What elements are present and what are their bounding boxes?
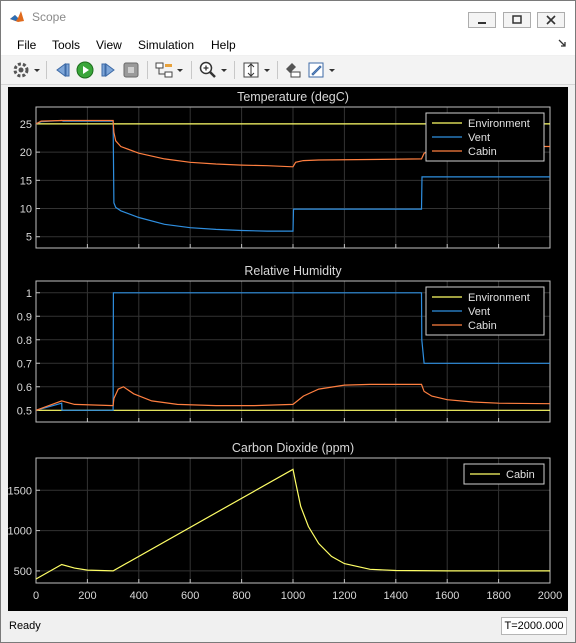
dropdown-arrow-icon[interactable]: [175, 60, 185, 80]
highlight-block-icon[interactable]: [283, 60, 303, 80]
dropdown-arrow-icon[interactable]: [262, 60, 272, 80]
dropdown-arrow-icon[interactable]: [327, 60, 337, 80]
x-tick-label: 1400: [384, 590, 408, 602]
y-tick-label: 1500: [8, 485, 32, 497]
y-tick-label: 500: [14, 566, 32, 578]
x-tick-label: 800: [232, 590, 250, 602]
matlab-logo-icon: [10, 11, 24, 22]
plot-title: Temperature (degC): [237, 90, 349, 104]
toolbar-separator: [277, 61, 278, 79]
y-tick-label: 0.8: [17, 335, 32, 347]
menu-file[interactable]: File: [17, 38, 36, 52]
x-tick-label: 600: [181, 590, 199, 602]
scope-display[interactable]: Temperature (degC) 5 10 15 20 25 Environment Ve…: [8, 87, 568, 611]
close-icon: [546, 15, 556, 25]
toolbar-separator: [234, 61, 235, 79]
scope-window: Scope File Tools View Simulation Help Te…: [0, 0, 576, 643]
y-tick-label: 1: [26, 288, 32, 300]
y-tick-label: 0.5: [17, 405, 32, 417]
dropdown-arrow-icon[interactable]: [219, 60, 229, 80]
stop-icon[interactable]: [121, 60, 141, 80]
y-tick-label: 25: [20, 119, 32, 131]
toolbar-separator: [46, 61, 47, 79]
y-tick-label: 20: [20, 147, 32, 159]
status-text: Ready: [9, 620, 41, 632]
x-tick-label: 1000: [281, 590, 305, 602]
scale-axes-icon[interactable]: [241, 60, 261, 80]
edit-style-icon[interactable]: [306, 60, 326, 80]
plot-2: Relative Humidity 0.5 0.6 0.7 0.8 0.9 1 Environ…: [17, 264, 551, 423]
minimize-icon: [478, 22, 486, 24]
y-tick-label: 15: [20, 175, 32, 187]
y-tick-label: 1000: [8, 526, 32, 538]
y-tick-label: 5: [26, 232, 32, 244]
gear-icon[interactable]: [11, 60, 31, 80]
toolbar-separator: [147, 61, 148, 79]
plot-1: Temperature (degC) 5 10 15 20 25 Environment Ve…: [20, 90, 551, 249]
maximize-icon: [512, 15, 522, 24]
x-tick-label: 200: [78, 590, 96, 602]
title-bar[interactable]: Scope: [1, 1, 575, 33]
legend: Environment Vent Cabin: [425, 286, 545, 336]
toolbar: [1, 56, 575, 85]
x-tick-label: 400: [130, 590, 148, 602]
y-tick-label: 10: [20, 204, 32, 216]
run-icon[interactable]: [75, 60, 95, 80]
legend-label: Cabin: [506, 469, 535, 481]
legend-label: Vent: [468, 132, 490, 144]
status-bar: Ready T=2000.000: [1, 613, 575, 641]
legend-label: Environment: [468, 118, 530, 130]
y-tick-label: 0.9: [17, 311, 32, 323]
y-tick-label: 0.7: [17, 358, 32, 370]
x-tick-label: 1200: [332, 590, 356, 602]
undock-arrow-icon[interactable]: [557, 38, 567, 48]
plot-title: Carbon Dioxide (ppm): [232, 441, 354, 455]
x-tick-label: 1800: [486, 590, 510, 602]
zoom-in-icon[interactable]: [198, 60, 218, 80]
scope-plots: Temperature (degC)510152025 EnvironmentVe…: [8, 90, 563, 602]
legend-label: Cabin: [468, 146, 497, 158]
menu-bar: File Tools View Simulation Help: [1, 33, 575, 55]
maximize-button[interactable]: [503, 12, 531, 28]
menu-simulation[interactable]: Simulation: [138, 38, 194, 52]
x-tick-label: 2000: [538, 590, 562, 602]
window-title: Scope: [32, 10, 67, 24]
menu-help[interactable]: Help: [211, 38, 236, 52]
legend: Cabin: [463, 463, 545, 485]
signal-hierarchy-icon[interactable]: [154, 60, 174, 80]
plot-3: Carbon Dioxide (ppm) 500 1000 1500 0 200 400 60…: [8, 441, 563, 602]
toolbar-separator: [191, 61, 192, 79]
close-button[interactable]: [537, 12, 565, 28]
legend-label: Vent: [468, 306, 490, 318]
menu-view[interactable]: View: [96, 38, 122, 52]
x-tick-label: 1600: [435, 590, 459, 602]
x-tick-label: 0: [33, 590, 39, 602]
step-forward-icon[interactable]: [98, 60, 118, 80]
legend-label: Cabin: [468, 320, 497, 332]
minimize-button[interactable]: [468, 12, 496, 28]
y-tick-label: 0.6: [17, 382, 32, 394]
plot-title: Relative Humidity: [244, 264, 342, 278]
legend-label: Environment: [468, 292, 530, 304]
step-back-icon[interactable]: [53, 60, 73, 80]
legend: Environment Vent Cabin: [425, 112, 545, 162]
dropdown-arrow-icon[interactable]: [32, 60, 42, 80]
menu-tools[interactable]: Tools: [52, 38, 80, 52]
simulation-time: T=2000.000: [501, 617, 567, 635]
